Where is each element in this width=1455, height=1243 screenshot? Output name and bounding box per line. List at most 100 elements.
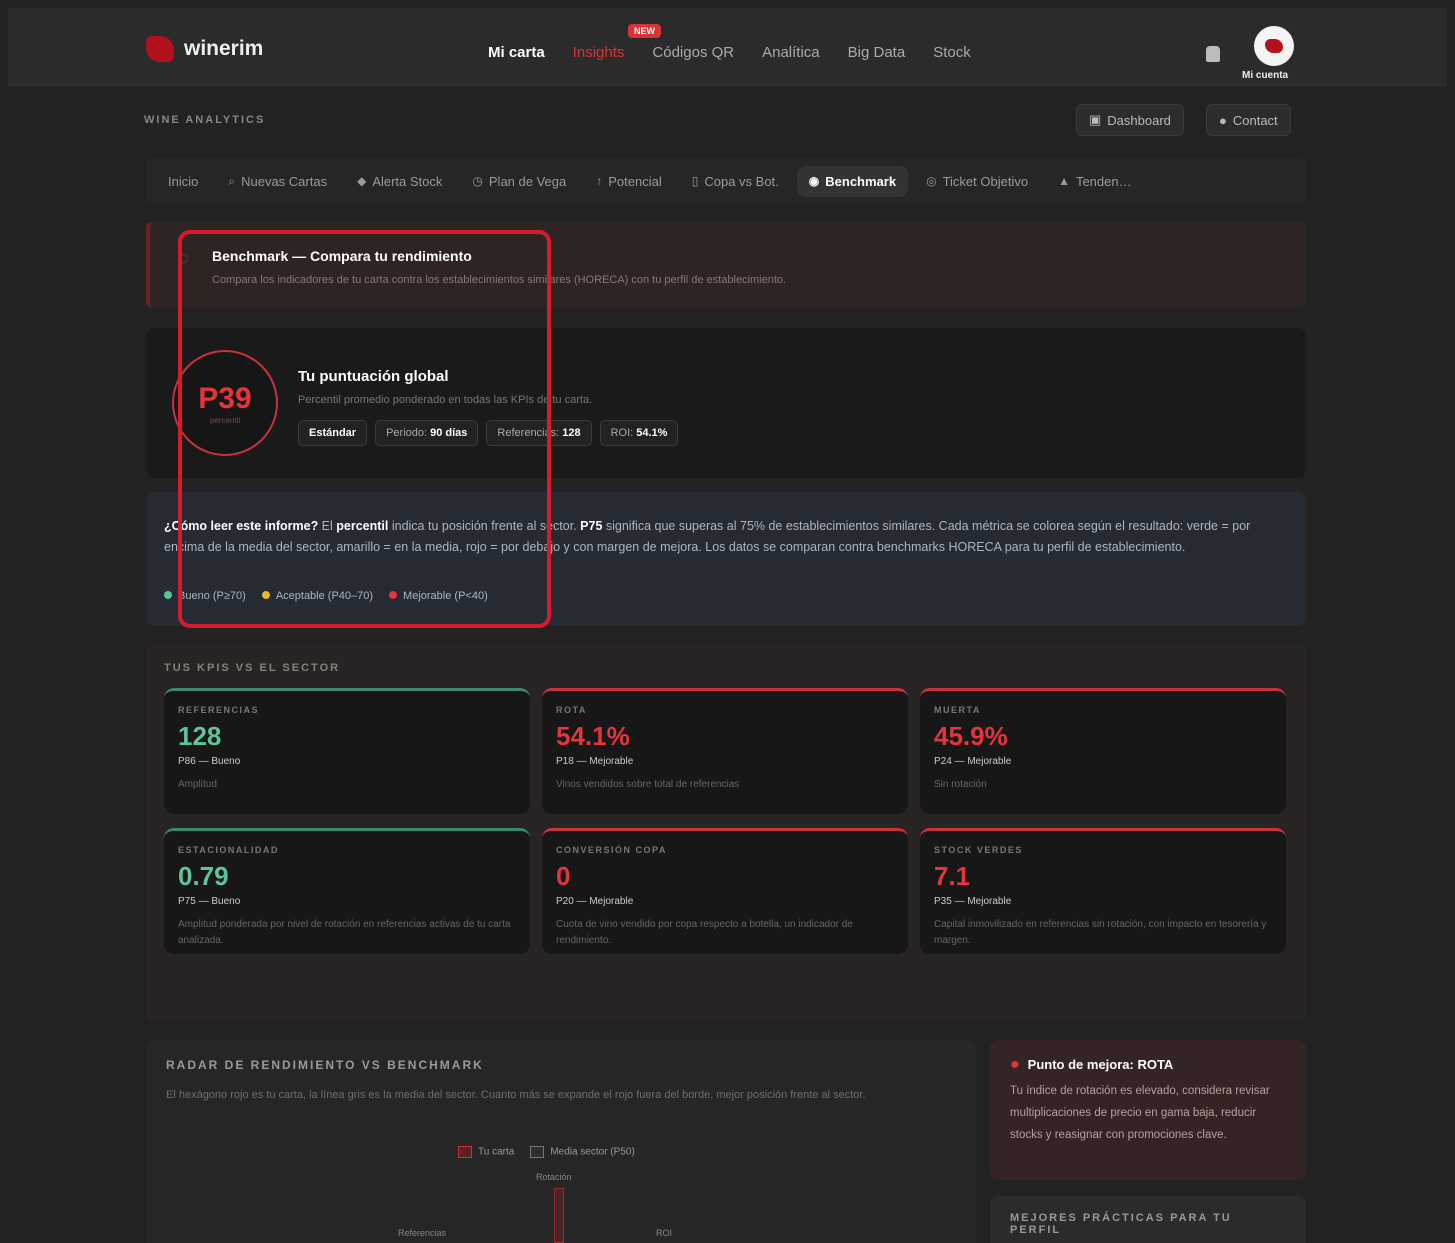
kpi-label: MUERTA	[934, 705, 981, 715]
tab-plan-de-vega[interactable]: ◷ Plan de Vega	[460, 166, 578, 197]
main-nav: Mi carta Insights Códigos QR Analítica B…	[488, 44, 971, 61]
best-practices-title: MEJORES PRÁCTICAS PARA TU PERFIL	[1010, 1212, 1232, 1236]
kpi-percentile: P18 — Mejorable	[556, 756, 634, 767]
kpi-value: 0	[556, 861, 571, 891]
chip-references: Referencias: 128	[486, 420, 592, 446]
kpi-percentile: P86 — Bueno	[178, 756, 241, 767]
tip-text: Tu índice de rotación es elevado, consid…	[1010, 1085, 1270, 1141]
page: winerim Mi carta Insights Códigos QR Ana…	[0, 0, 1455, 1243]
nav-item-stock[interactable]: Stock	[933, 44, 971, 61]
kpis-title: TUS KPIS VS EL SECTOR	[164, 662, 341, 674]
kpi-grid: REFERENCIAS 128 P86 — Bueno Amplitud ROT…	[164, 688, 1286, 954]
pin-icon: ●	[1010, 1056, 1020, 1073]
how-to-read-text: ¿Cómo leer este informe? El percentil in…	[164, 519, 1251, 554]
kpi-card-rota[interactable]: ROTA 54.1% P18 — Mejorable Vinos vendido…	[542, 688, 908, 814]
tab-benchmark[interactable]: ◉ Benchmark	[796, 165, 909, 197]
kpi-value: 45.9%	[934, 721, 1008, 751]
kpi-card-stock-verdes[interactable]: STOCK VERDES 7.1 P35 — Mejorable Capital…	[920, 828, 1286, 954]
contact-button[interactable]: ● Contact	[1206, 104, 1291, 136]
banner-title: Benchmark — Compara tu rendimiento	[212, 248, 472, 264]
bell-icon[interactable]	[1206, 46, 1220, 62]
score-legend: Bueno (P≥70) Aceptable (P40–70) Mejorabl…	[164, 590, 488, 602]
nav-item-insights[interactable]: Insights	[573, 44, 625, 61]
tab-label: Potencial	[608, 173, 662, 189]
benchmark-icon: ◉	[808, 174, 820, 188]
score-gauge-label: percentil	[209, 415, 241, 425]
tab-label: Nuevas Cartas	[241, 173, 328, 189]
radar-legend: Tu carta Media sector (P50)	[458, 1146, 635, 1158]
banner-subtitle: Compara los indicadores de tu carta cont…	[212, 274, 787, 286]
tab-label: Copa vs Bot.	[704, 173, 779, 189]
clock-icon: ◷	[472, 174, 483, 188]
tab-potencial[interactable]: ↑ Potencial	[584, 166, 673, 197]
kpi-description: Amplitud ponderada por nivel de rotación…	[178, 919, 511, 946]
contact-button-label: Contact	[1232, 112, 1278, 128]
kpi-percentile: P24 — Mejorable	[934, 756, 1012, 767]
tab-alerta-stock[interactable]: ◆ Alerta Stock	[345, 166, 454, 197]
avatar[interactable]	[1254, 26, 1294, 66]
benchmark-banner: ◌ Benchmark — Compara tu rendimiento Com…	[146, 222, 1306, 308]
tab-label: Inicio	[168, 173, 199, 189]
tab-ticket-objetivo[interactable]: ◎ Ticket Objetivo	[914, 166, 1040, 197]
score-title: Tu puntuación global	[298, 368, 449, 385]
kpi-value: 54.1%	[556, 721, 630, 751]
radar-axis-label: Rotación	[536, 1172, 572, 1182]
tu-carta-swatch	[458, 1146, 472, 1158]
analytics-tabs: Inicio ⌕ Nuevas Cartas ◆ Alerta Stock ◷ Pla…	[146, 158, 1306, 204]
avatar-logo-icon	[1265, 39, 1283, 53]
tab-tendencias[interactable]: ▲ Tenden…	[1046, 166, 1144, 197]
media-sector-swatch	[530, 1146, 545, 1158]
tab-label: Plan de Vega	[488, 173, 567, 189]
radar-axis-line	[554, 1188, 564, 1243]
tab-nuevas-cartas[interactable]: ⌕ Nuevas Cartas	[216, 166, 339, 197]
tab-label: Alerta Stock	[372, 173, 443, 189]
kpi-card-muerta[interactable]: MUERTA 45.9% P24 — Mejorable Sin rotació…	[920, 688, 1286, 814]
chip-period: Periodo: 90 días	[375, 420, 479, 446]
dashboard-button[interactable]: ▣ Dashboard	[1076, 104, 1184, 136]
kpi-label: ESTACIONALIDAD	[178, 845, 279, 855]
brand[interactable]: winerim	[146, 36, 263, 62]
kpi-description: Amplitud	[178, 779, 217, 790]
brand-name: winerim	[184, 37, 264, 60]
nav-item-codigos-qr[interactable]: Códigos QR	[652, 44, 734, 61]
alert-icon: ◆	[357, 174, 367, 188]
how-to-read-box: ¿Cómo leer este informe? El percentil in…	[146, 492, 1306, 626]
kpis-panel: TUS KPIS VS EL SECTOR REFERENCIAS 128 P8…	[146, 644, 1306, 1022]
kpi-label: STOCK VERDES	[934, 845, 1023, 855]
tab-copa-vs-bot[interactable]: ▯ Copa vs Bot.	[680, 166, 791, 197]
improvement-tip-card: ● Punto de mejora: ROTA Tu índice de rota…	[990, 1040, 1306, 1180]
account-label[interactable]: Mi cuenta	[1242, 70, 1288, 81]
kpi-card-conversion-copa[interactable]: CONVERSIÓN COPA 0 P20 — Mejorable Cuota …	[542, 828, 908, 954]
radar-title: RADAR DE RENDIMIENTO VS BENCHMARK	[166, 1058, 484, 1072]
kpi-percentile: P20 — Mejorable	[556, 896, 634, 907]
kpi-card-estacionalidad[interactable]: ESTACIONALIDAD 0.79 P75 — Bueno Amplitud…	[164, 828, 530, 954]
section-label: WINE ANALYTICS	[144, 114, 266, 126]
radar-panel: RADAR DE RENDIMIENTO VS BENCHMARK El hex…	[146, 1040, 976, 1243]
tip-title: Punto de mejora: ROTA	[1027, 1057, 1174, 1072]
bad-dot-icon	[389, 591, 398, 599]
radar-axis-label: ROI	[656, 1228, 673, 1238]
tab-inicio[interactable]: Inicio	[156, 166, 210, 197]
dashboard-icon: ▣	[1089, 112, 1102, 127]
ticket-icon: ◎	[926, 174, 937, 188]
nav-item-mi-carta[interactable]: Mi carta	[488, 44, 545, 61]
nav-item-analitica[interactable]: Analítica	[762, 44, 820, 61]
kpi-description: Vinos vendidos sobre total de referencia…	[556, 779, 740, 790]
kpi-description: Sin rotación	[934, 779, 987, 790]
score-gauge: P39 percentil	[172, 350, 278, 456]
score-value: P39	[198, 381, 252, 415]
dashboard-button-label: Dashboard	[1107, 112, 1171, 128]
legend-bad: Mejorable (P<40)	[389, 590, 488, 602]
kpi-card-referencias[interactable]: REFERENCIAS 128 P86 — Bueno Amplitud	[164, 688, 530, 814]
legend-media-sector[interactable]: Media sector (P50)	[530, 1146, 635, 1158]
trend-icon: ▲	[1058, 174, 1070, 188]
legend-tu-carta[interactable]: Tu carta	[458, 1146, 514, 1158]
nav-item-big-data[interactable]: Big Data	[848, 44, 906, 61]
legend-ok: Aceptable (P40–70)	[261, 590, 373, 602]
radar-axis-label: Referencias	[398, 1228, 447, 1238]
contact-icon: ●	[1219, 112, 1227, 128]
global-score-card: P39 percentil Tu puntuación global Perce…	[146, 328, 1306, 478]
score-subtitle: Percentil promedio ponderado en todas la…	[298, 394, 593, 406]
kpi-value: 7.1	[934, 861, 971, 891]
chip-profile: Estándar	[298, 420, 368, 446]
